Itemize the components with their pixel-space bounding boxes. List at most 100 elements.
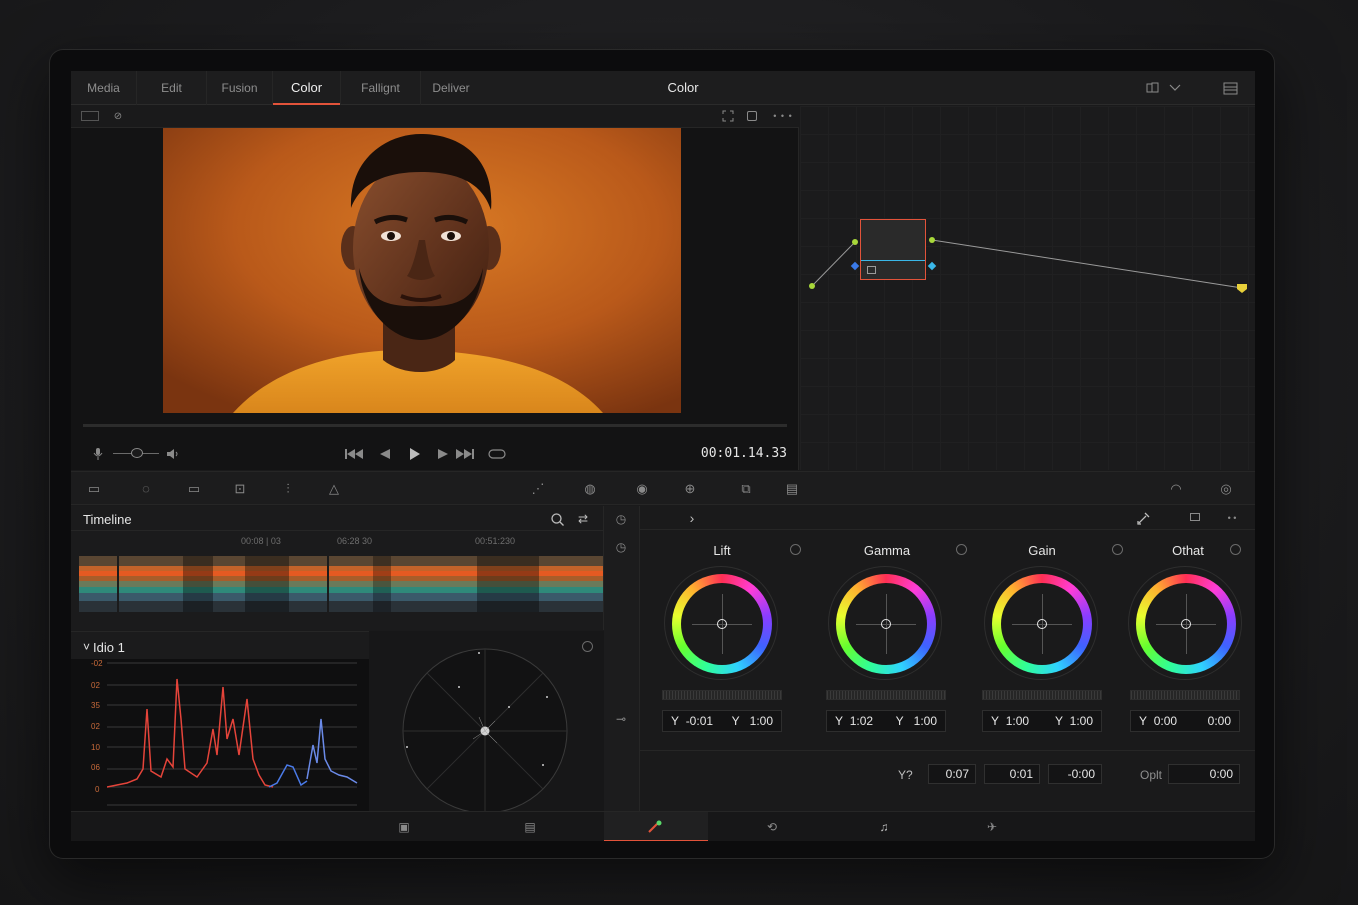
- viewer-timecode: 00:01.14.33: [700, 446, 787, 461]
- mic-icon[interactable]: [91, 445, 105, 463]
- step-back-icon[interactable]: [377, 445, 393, 463]
- fullscreen-icon[interactable]: [747, 111, 757, 121]
- wheel-puck-gamma[interactable]: [881, 619, 891, 629]
- rgb-icon[interactable]: ◷: [612, 540, 630, 554]
- value-gain-y2: 1:00: [1069, 714, 1093, 728]
- bottom-page-bar: ▣ ▤ ⟲ ♫ ✈: [71, 811, 1255, 841]
- keyframe-icon[interactable]: ◎: [1215, 480, 1237, 498]
- value-othat-y2: 0:00: [1207, 714, 1231, 728]
- tab-edit[interactable]: Edit: [137, 71, 207, 105]
- chevron-right-icon[interactable]: ›: [684, 510, 700, 526]
- window-icon[interactable]: ▭: [183, 480, 205, 498]
- search-icon[interactable]: [549, 511, 565, 527]
- bars-icon[interactable]: ⫶: [277, 480, 299, 498]
- vectorscope-graph: [402, 648, 568, 814]
- color-page-icon[interactable]: [647, 820, 663, 834]
- source-input-dot[interactable]: [809, 283, 815, 289]
- panel-mode-icon[interactable]: [1190, 513, 1200, 521]
- clips-icon[interactable]: ▤: [519, 820, 541, 834]
- scope-axis-label: 06: [91, 763, 100, 772]
- tab-fusion[interactable]: Fusion: [207, 71, 273, 105]
- headphones-icon[interactable]: ◠: [1165, 480, 1187, 498]
- wheel-reset-lift[interactable]: [790, 544, 801, 555]
- wheel-reset-othat[interactable]: [1230, 544, 1241, 555]
- eyedropper-icon[interactable]: [1136, 510, 1152, 526]
- wheel-values-lift[interactable]: Y -0:01 Y 1:00: [662, 710, 782, 732]
- viewer-scrubber[interactable]: [83, 424, 787, 427]
- viewer-toolbar: ⊘ • • •: [71, 106, 799, 128]
- color-match-icon[interactable]: ◌: [135, 480, 157, 498]
- tab-deliver[interactable]: Deliver: [421, 71, 481, 105]
- timeline-timecode: 00:08 | 03: [241, 536, 281, 546]
- waveform-trace: [107, 662, 358, 806]
- master-wheel-lift[interactable]: [662, 690, 782, 700]
- node-graph[interactable]: [800, 106, 1255, 470]
- fit-icon[interactable]: [721, 109, 735, 123]
- adjust-opt-field[interactable]: 0:00: [1168, 764, 1240, 784]
- wheel-puck-lift[interactable]: [717, 619, 727, 629]
- adjust-y-field-2[interactable]: 0:01: [984, 764, 1040, 784]
- audio-level-handle[interactable]: [131, 448, 143, 458]
- value-gamma-y: 1:02: [849, 714, 874, 728]
- wheel-values-gamma[interactable]: Y 1:02 Y 1:00: [826, 710, 946, 732]
- loop-icon[interactable]: [487, 445, 507, 463]
- wheel-reset-gamma[interactable]: [956, 544, 967, 555]
- wheel-puck-gain[interactable]: [1037, 619, 1047, 629]
- output-node-icon[interactable]: [1237, 284, 1247, 293]
- wheel-label-gamma: Gamma: [863, 543, 911, 558]
- deliver-icon[interactable]: ✈: [983, 820, 1001, 834]
- vectorscope-option-toggle[interactable]: [582, 641, 593, 652]
- scope-axis-label: 02: [91, 681, 100, 690]
- warning-icon[interactable]: △: [323, 480, 345, 498]
- gallery-icon[interactable]: ▣: [395, 820, 413, 834]
- curves-icon[interactable]: ⋰: [527, 480, 549, 498]
- tracker-icon[interactable]: ⊡: [229, 480, 251, 498]
- master-wheel-gain[interactable]: [982, 690, 1102, 700]
- master-wheel-othat[interactable]: [1130, 690, 1240, 700]
- value-label: Y: [671, 714, 680, 728]
- scope-chevron-icon[interactable]: ˅: [83, 640, 90, 654]
- master-wheel-gamma[interactable]: [826, 690, 946, 700]
- shuffle-icon[interactable]: ⇄: [575, 511, 591, 527]
- play-icon[interactable]: [407, 445, 423, 463]
- clip-info-icon[interactable]: [81, 111, 99, 121]
- timeline-panel: Timeline ⇄ 00:08 | 03 06:28 30 00:51:230: [71, 506, 604, 630]
- crosshair-icon[interactable]: ⊕: [679, 480, 701, 498]
- value-label: Y: [991, 714, 1000, 728]
- timeline-clips[interactable]: [79, 556, 603, 612]
- tab-fallignt[interactable]: Fallignt: [341, 71, 421, 105]
- music-icon[interactable]: ♫: [875, 820, 893, 834]
- adjust-y-field-3[interactable]: -0:00: [1048, 764, 1102, 784]
- vectorscope: [369, 631, 604, 814]
- wheel-values-gain[interactable]: Y 1:00 Y 1:00: [982, 710, 1102, 732]
- panel-layout-icon[interactable]: [1221, 80, 1239, 96]
- skip-forward-icon[interactable]: [453, 445, 477, 463]
- step-forward-icon[interactable]: [435, 445, 451, 463]
- wheel-values-othat[interactable]: Y 0:00 0:00: [1130, 710, 1240, 732]
- chevron-down-icon[interactable]: [1167, 80, 1183, 96]
- timeline-title: Timeline: [83, 512, 132, 527]
- qualifier-icon[interactable]: ◍: [579, 480, 601, 498]
- wheel-reset-gain[interactable]: [1112, 544, 1123, 555]
- value-label: Y: [1054, 714, 1063, 728]
- more-icon[interactable]: • •: [1220, 510, 1244, 526]
- adjust-y-field-1[interactable]: 0:07: [928, 764, 976, 784]
- node-output-dot[interactable]: [929, 237, 935, 243]
- sizing-icon[interactable]: ▤: [781, 480, 803, 498]
- speaker-icon[interactable]: [165, 446, 181, 462]
- motion-icon[interactable]: ⟲: [763, 820, 781, 834]
- mode-toggle-icon[interactable]: ⊸: [612, 712, 630, 726]
- reset-icon[interactable]: ◷: [612, 512, 630, 526]
- skip-back-icon[interactable]: [343, 445, 365, 463]
- tab-media[interactable]: Media: [71, 71, 137, 105]
- hsl-icon[interactable]: ◉: [631, 480, 653, 498]
- more-icon[interactable]: • • •: [771, 109, 795, 123]
- tab-color[interactable]: Color: [273, 71, 341, 105]
- tag-icon[interactable]: ⊘: [111, 109, 125, 123]
- magic-mask-icon[interactable]: ⧉: [735, 480, 757, 498]
- corrector-node[interactable]: [860, 219, 926, 280]
- node-input-dot[interactable]: [852, 239, 858, 245]
- layout-icon[interactable]: [1145, 80, 1161, 96]
- wheel-puck-othat[interactable]: [1181, 619, 1191, 629]
- camera-raw-icon[interactable]: ▭: [83, 480, 105, 498]
